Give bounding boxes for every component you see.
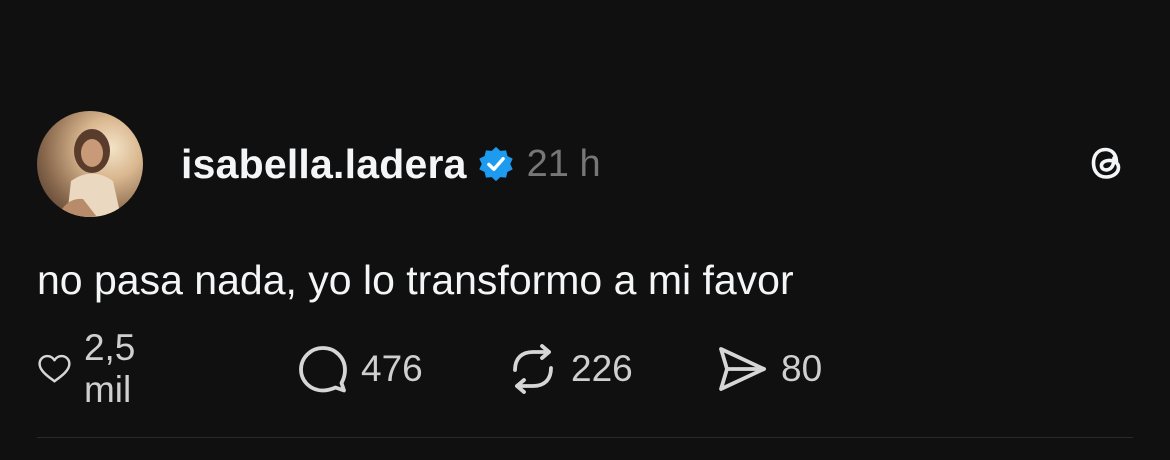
- like-button[interactable]: 2,5 mil: [37, 327, 154, 410]
- share-button[interactable]: 80: [715, 343, 822, 395]
- avatar-photo: [57, 129, 121, 217]
- post-text: no pasa nada, yo lo transformo a mi favo…: [37, 257, 794, 303]
- verified-badge-icon: [477, 145, 515, 183]
- comment-bubble-icon: [299, 346, 347, 393]
- send-icon: [719, 347, 766, 391]
- post-time: 21 h: [526, 142, 601, 185]
- threads-post: isabella.ladera 21 h no pasa nada, yo lo…: [0, 0, 1170, 460]
- share-count: 80: [781, 348, 823, 389]
- heart-icon: [38, 354, 71, 383]
- repost-count: 226: [571, 348, 633, 389]
- divider: [37, 437, 1133, 438]
- reply-count: 476: [361, 348, 423, 389]
- like-count: 2,5 mil: [83, 327, 136, 410]
- reply-button[interactable]: 476: [297, 343, 423, 395]
- username[interactable]: isabella.ladera: [181, 141, 467, 188]
- repost-icon: [513, 344, 553, 394]
- threads-logo-icon[interactable]: [1083, 139, 1131, 187]
- avatar[interactable]: [37, 111, 143, 217]
- post-header: isabella.ladera 21 h: [181, 138, 601, 190]
- repost-button[interactable]: 226: [507, 343, 633, 395]
